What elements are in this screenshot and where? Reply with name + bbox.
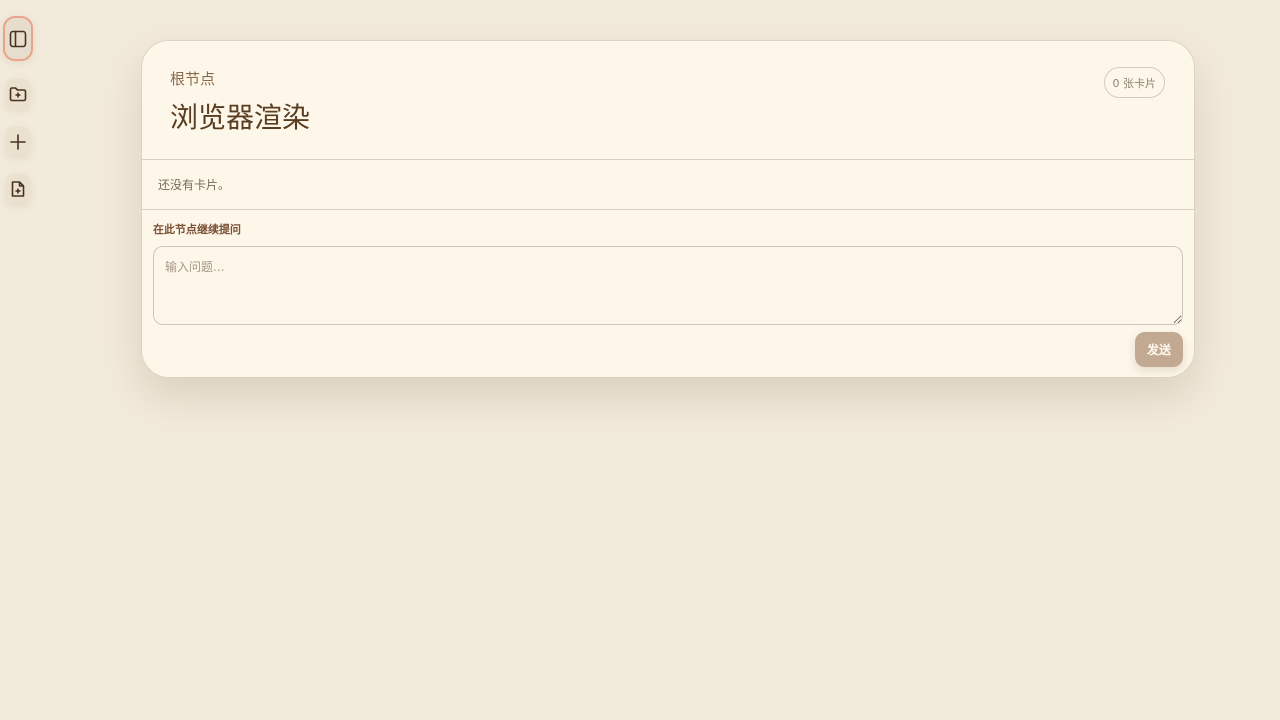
empty-cards-message: 还没有卡片。 <box>142 160 1194 210</box>
new-folder-button[interactable] <box>6 79 30 109</box>
sidebar-toggle-icon <box>9 30 27 47</box>
send-button[interactable]: 发送 <box>1135 332 1183 367</box>
card-count-badge: 0 张卡片 <box>1103 67 1165 98</box>
page-title: 浏览器渲染 <box>170 101 311 134</box>
card-header: 根节点 浏览器渲染 0 张卡片 <box>142 41 1194 160</box>
plus-icon <box>10 133 26 150</box>
node-card: 根节点 浏览器渲染 0 张卡片 还没有卡片。 在此节点继续提问 发送 <box>141 40 1195 378</box>
folder-plus-icon <box>9 87 27 102</box>
ask-label: 在此节点继续提问 <box>153 223 241 236</box>
breadcrumb[interactable]: 根节点 <box>170 69 1166 89</box>
file-plus-icon <box>11 181 25 198</box>
add-button[interactable] <box>6 126 30 157</box>
left-toolbar <box>3 16 33 204</box>
question-input[interactable] <box>153 246 1183 325</box>
ask-section: 在此节点继续提问 发送 <box>142 210 1194 367</box>
new-file-button[interactable] <box>6 174 30 204</box>
toggle-sidebar-button[interactable] <box>3 16 33 62</box>
empty-message-text: 还没有卡片。 <box>158 178 231 192</box>
